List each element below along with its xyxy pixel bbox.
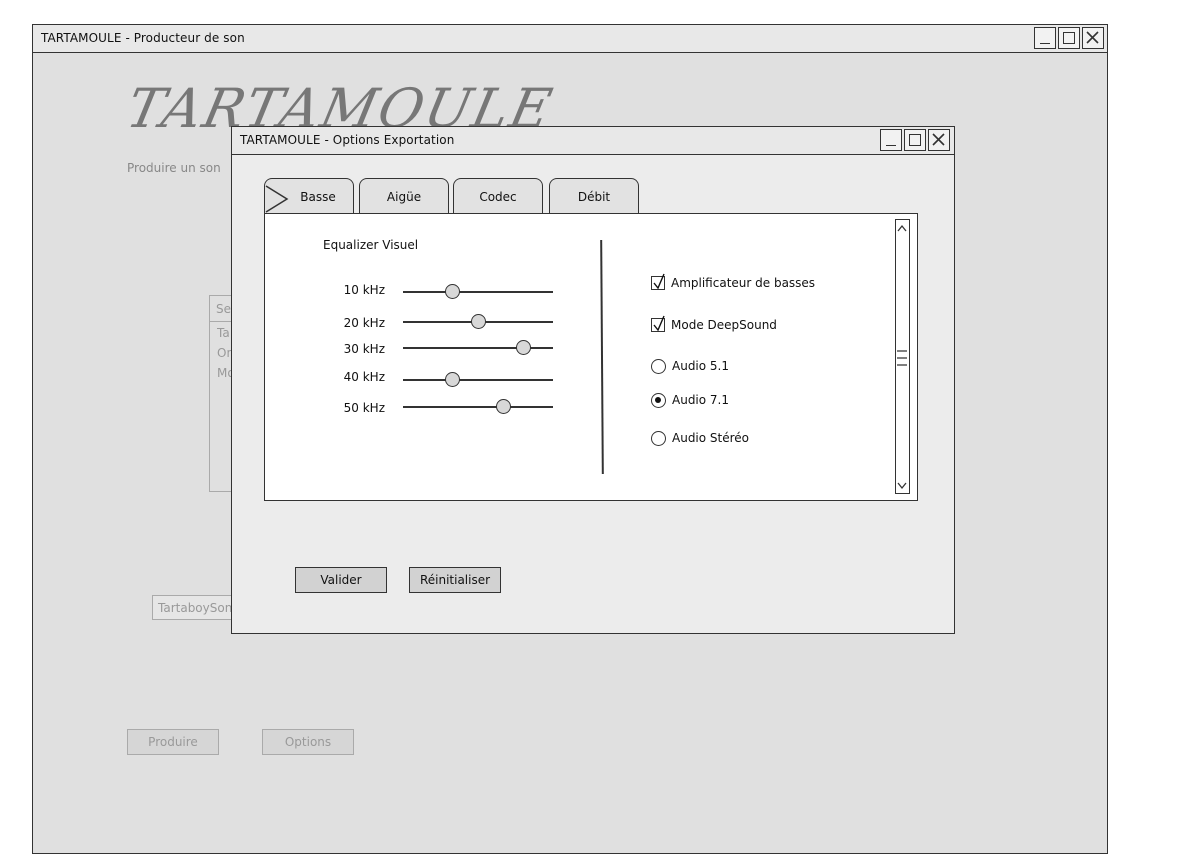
band-label: 30 kHz: [343, 342, 385, 356]
band-slider-thumb[interactable]: [445, 284, 460, 299]
equalizer-title: Equalizer Visuel: [323, 238, 419, 252]
bass-amplifier-checkbox[interactable]: Amplificateur de basses: [651, 273, 816, 292]
band-slider-thumb[interactable]: [515, 340, 531, 355]
deepsound-checkbox[interactable]: Mode DeepSound: [651, 315, 777, 334]
active-tab-arrow-icon: [265, 185, 289, 213]
scroll-grip-icon[interactable]: [896, 345, 908, 371]
dialog-titlebar[interactable]: TARTAMOULE - Options Exportation: [232, 127, 954, 155]
checkbox-label: Amplificateur de basses: [671, 276, 816, 290]
tab-basse[interactable]: Basse: [264, 178, 354, 214]
tab-debit[interactable]: Débit: [549, 178, 639, 214]
dialog-window-controls: [880, 129, 950, 151]
main-titlebar[interactable]: TARTAMOULE - Producteur de son: [33, 25, 1107, 53]
main-window-title: TARTAMOULE - Producteur de son: [41, 31, 245, 45]
band-label: 20 kHz: [343, 316, 385, 330]
dialog-title: TARTAMOULE - Options Exportation: [240, 133, 455, 147]
tab-label: Aigüe: [386, 189, 422, 204]
close-icon[interactable]: [1082, 27, 1104, 49]
subtitle: Produire un son: [127, 161, 221, 175]
vertical-scrollbar[interactable]: [895, 219, 910, 494]
reset-button[interactable]: Réinitialiser: [409, 567, 501, 593]
radio-label: Audio 5.1: [672, 359, 730, 373]
band-slider-thumb[interactable]: [445, 372, 460, 387]
close-icon[interactable]: [928, 129, 950, 151]
tab-label: Basse: [300, 189, 336, 204]
tab-codec[interactable]: Codec: [453, 178, 543, 214]
radio-label: Audio Stéréo: [672, 431, 750, 445]
tab-label: Codec: [479, 189, 517, 204]
tab-aigue[interactable]: Aigüe: [359, 178, 449, 214]
radio-icon[interactable]: [651, 430, 666, 446]
validate-button[interactable]: Valider: [295, 567, 387, 593]
checkbox-label: Mode DeepSound: [671, 318, 777, 332]
scroll-down-icon[interactable]: [896, 478, 908, 492]
band-slider-track[interactable]: [403, 347, 553, 349]
band-label: 10 kHz: [343, 283, 385, 297]
radio-icon[interactable]: [651, 358, 666, 374]
checkbox-icon[interactable]: [651, 315, 665, 332]
band-slider-track[interactable]: [403, 379, 553, 381]
panel-divider: [600, 239, 604, 475]
main-window-controls: [1034, 27, 1104, 49]
checkbox-icon[interactable]: [651, 273, 665, 290]
audio-7-1-radio[interactable]: Audio 7.1: [651, 391, 729, 409]
band-slider-thumb[interactable]: [496, 399, 511, 414]
maximize-icon[interactable]: [1058, 27, 1080, 49]
band-slider-track[interactable]: [403, 291, 553, 293]
tab-panel-basse: Equalizer Visuel 10 kHz 20 kHz 30 kHz 40…: [264, 213, 918, 501]
radio-icon[interactable]: [651, 392, 666, 408]
options-button[interactable]: Options: [262, 729, 354, 755]
audio-stereo-radio[interactable]: Audio Stéréo: [651, 429, 749, 447]
radio-label: Audio 7.1: [672, 393, 730, 407]
produce-button[interactable]: Produire: [127, 729, 219, 755]
export-options-dialog: TARTAMOULE - Options Exportation Basse A…: [231, 126, 955, 634]
band-slider-thumb[interactable]: [470, 314, 486, 329]
maximize-icon[interactable]: [904, 129, 926, 151]
band-slider-track[interactable]: [403, 406, 553, 408]
minimize-icon[interactable]: [1034, 27, 1056, 49]
tab-label: Débit: [577, 189, 611, 204]
band-label: 50 kHz: [343, 401, 385, 415]
minimize-icon[interactable]: [880, 129, 902, 151]
scroll-up-icon[interactable]: [896, 222, 908, 236]
band-label: 40 kHz: [343, 370, 385, 384]
audio-5-1-radio[interactable]: Audio 5.1: [651, 357, 729, 375]
